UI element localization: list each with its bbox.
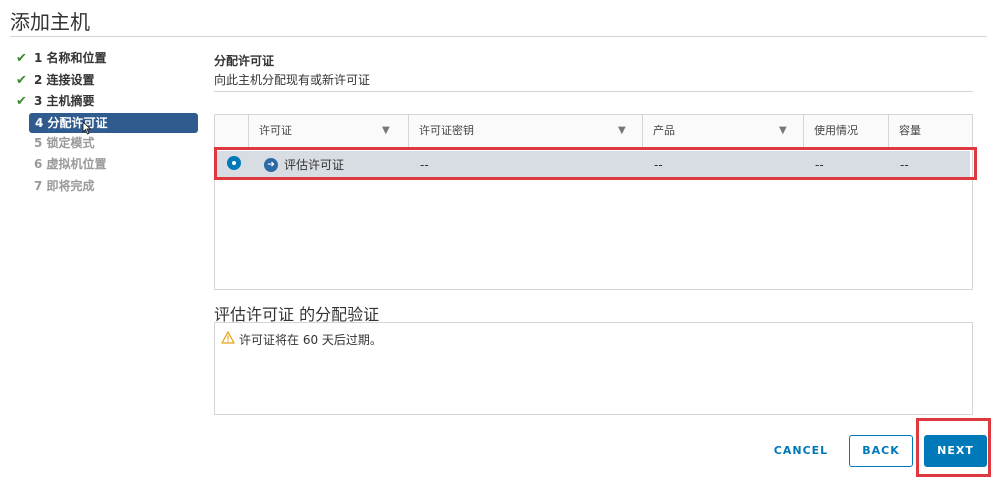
step-vm-location: 6 虚拟机位置 [16, 154, 198, 176]
checkmark-icon: ✔ [16, 72, 27, 88]
cancel-button[interactable]: CANCEL [768, 435, 834, 467]
step-ready-to-complete: 7 即将完成 [16, 176, 198, 198]
step-label: 7 即将完成 [34, 178, 95, 193]
grid-header: 许可证 ▼ 许可证密钥 ▼ 产品 ▼ 使用情况 容量 [215, 115, 972, 148]
back-button[interactable]: BACK [849, 435, 913, 467]
validation-message: 许可证将在 60 天后过期。 [239, 333, 382, 347]
step-label: 2 连接设置 [34, 72, 95, 87]
step-host-summary[interactable]: ✔ 3 主机摘要 [16, 91, 198, 113]
page-title: 添加主机 [10, 10, 90, 34]
wizard-steps: ✔ 1 名称和位置 ✔ 2 连接设置 ✔ 3 主机摘要 4 分配许可证 5 锁定… [16, 48, 198, 197]
column-header-license[interactable]: 许可证 ▼ [248, 115, 408, 147]
column-header-usage[interactable]: 使用情况 [803, 115, 888, 147]
checkmark-icon: ✔ [16, 51, 27, 66]
funnel-icon[interactable]: ▼ [779, 115, 787, 147]
checkmark-icon: ✔ [16, 94, 27, 109]
column-header-product[interactable]: 产品 ▼ [642, 115, 803, 147]
step-label: 1 名称和位置 [34, 51, 107, 65]
funnel-icon[interactable]: ▼ [382, 115, 390, 147]
panel-divider [214, 91, 973, 92]
step-name-location[interactable]: ✔ 1 名称和位置 [16, 48, 198, 70]
step-assign-license[interactable]: 4 分配许可证 [29, 112, 198, 133]
next-highlight-outline [916, 418, 991, 477]
mouse-pointer-icon [82, 121, 92, 135]
step-connection-settings[interactable]: ✔ 2 连接设置 [16, 70, 198, 92]
validation-box: 许可证将在 60 天后过期。 [214, 322, 973, 415]
funnel-icon[interactable]: ▼ [618, 115, 626, 147]
step-lockdown-mode: 5 锁定模式 [16, 133, 198, 155]
step-label: 5 锁定模式 [34, 135, 95, 150]
title-divider [10, 36, 987, 37]
step-label: 3 主机摘要 [34, 94, 95, 108]
license-grid: 许可证 ▼ 许可证密钥 ▼ 产品 ▼ 使用情况 容量 ➜ 评估许可证 -- --… [214, 114, 973, 290]
step-label: 4 分配许可证 [35, 115, 108, 130]
column-header-capacity[interactable]: 容量 [888, 115, 972, 147]
step-label: 6 虚拟机位置 [34, 157, 107, 171]
warning-icon [221, 331, 235, 344]
panel-subtitle: 向此主机分配现有或新许可证 [214, 73, 371, 87]
column-header-license-key[interactable]: 许可证密钥 ▼ [408, 115, 642, 147]
panel-heading: 分配许可证 [214, 54, 275, 68]
row-highlight-outline [214, 147, 977, 180]
